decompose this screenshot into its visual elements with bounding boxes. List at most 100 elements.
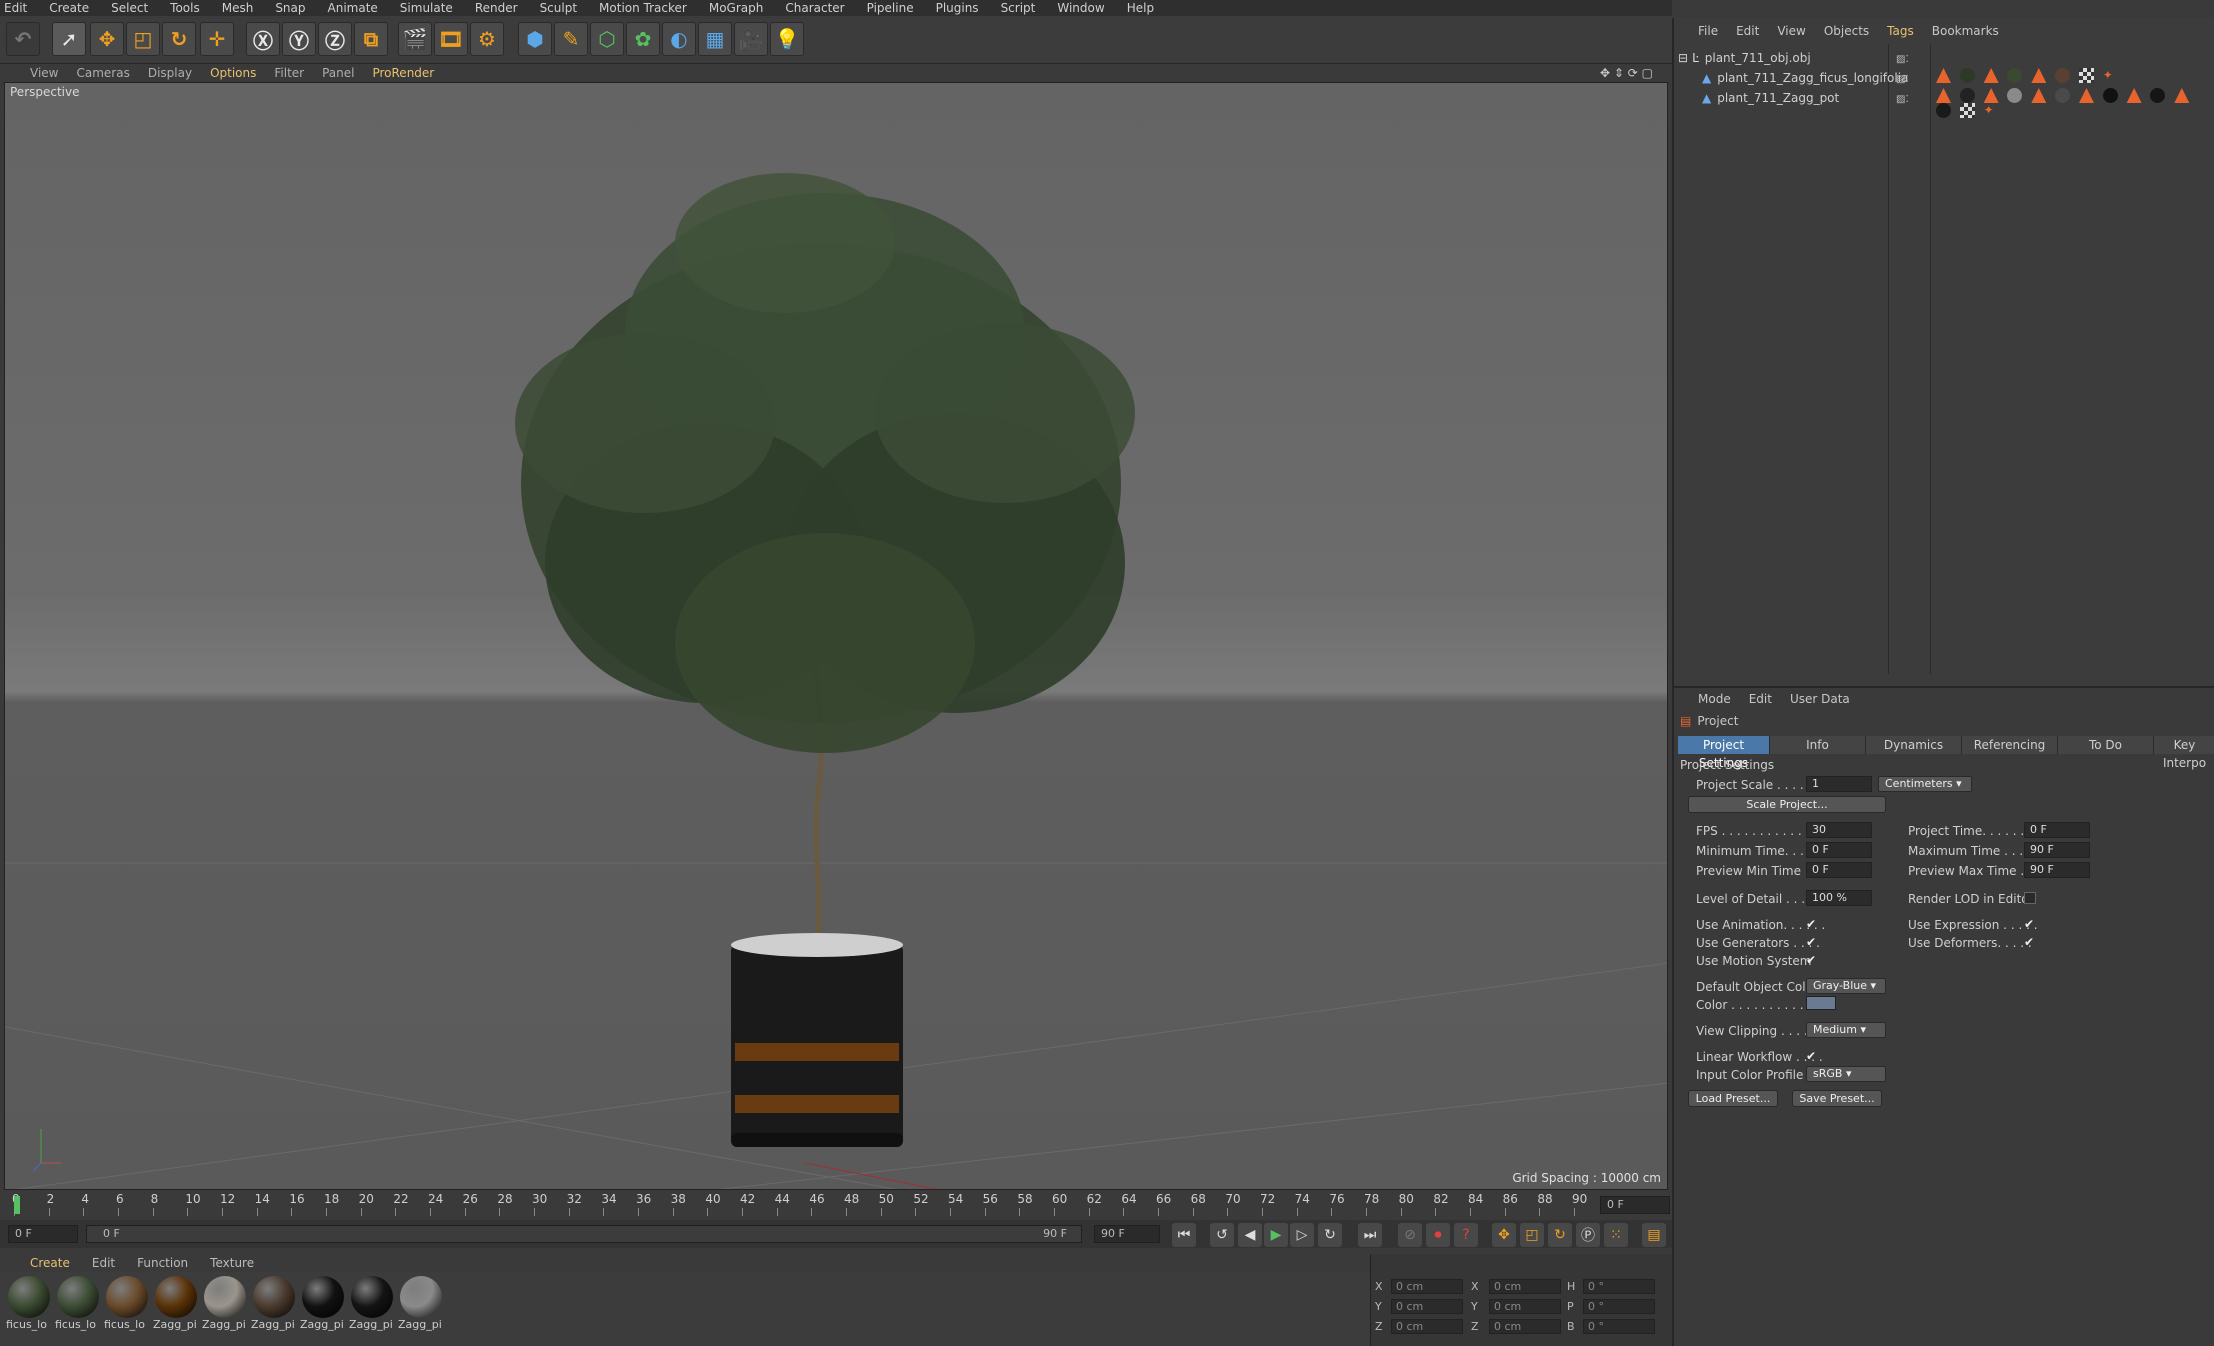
fps-field[interactable]: 30 xyxy=(1806,822,1872,838)
material-swatch[interactable]: ficus_lo xyxy=(104,1276,150,1338)
render-settings-icon[interactable]: ⚙ xyxy=(470,22,504,56)
attr-menu-edit[interactable]: Edit xyxy=(1749,692,1772,706)
texture-tag-icon[interactable] xyxy=(1983,68,1999,83)
use-generators-checkbox[interactable]: ✔ xyxy=(1806,936,1818,948)
timeline-playhead[interactable] xyxy=(14,1196,20,1214)
preview-max-field[interactable]: 90 F xyxy=(2024,862,2090,878)
object-row[interactable]: ▲ plant_711_Zagg_ficus_longifolia xyxy=(1702,68,1908,88)
viewport-nav-icons[interactable]: ✥ ⇕ ⟳ ▢ xyxy=(1600,66,1653,80)
attr-menu-user-data[interactable]: User Data xyxy=(1790,692,1850,706)
rotate-icon[interactable]: ↻ xyxy=(162,22,196,56)
render-view-icon[interactable]: 🎬 xyxy=(398,22,432,56)
menu-motion-tracker[interactable]: Motion Tracker xyxy=(599,1,687,15)
deformer-icon[interactable]: ◐ xyxy=(662,22,696,56)
material-tag-icon[interactable] xyxy=(2007,88,2023,103)
objects-menu-file[interactable]: File xyxy=(1698,24,1718,38)
material-tag-icon[interactable] xyxy=(2007,68,2023,83)
lod-field[interactable]: 100 % xyxy=(1806,890,1872,906)
go-to-end-icon[interactable]: ⏭ xyxy=(1358,1223,1382,1247)
material-tag-icon[interactable] xyxy=(1959,88,1975,103)
texture-tag-icon[interactable] xyxy=(2174,88,2190,103)
use-motion-checkbox[interactable]: ✔ xyxy=(1806,954,1818,966)
menu-plugins[interactable]: Plugins xyxy=(936,1,979,15)
key-scale-icon[interactable]: ◰ xyxy=(1520,1223,1544,1247)
objects-menu-bookmarks[interactable]: Bookmarks xyxy=(1932,24,1999,38)
floor-icon[interactable]: ▦ xyxy=(698,22,732,56)
z-axis-icon[interactable]: Ⓩ xyxy=(318,22,352,56)
material-tag-icon[interactable] xyxy=(1936,103,1951,118)
coordinate-system-icon[interactable]: ⧉ xyxy=(354,22,388,56)
viewport-menu-panel[interactable]: Panel xyxy=(322,66,354,80)
scale-icon[interactable]: ◰ xyxy=(126,22,160,56)
coord-value-field[interactable]: 0 ° xyxy=(1583,1279,1655,1294)
preview-min-field[interactable]: 0 F xyxy=(1806,862,1872,878)
tab-info[interactable]: Info xyxy=(1770,736,1866,754)
autokey-icon[interactable]: ⏺ xyxy=(1426,1223,1450,1247)
menu-sculpt[interactable]: Sculpt xyxy=(540,1,577,15)
material-tag-icon[interactable] xyxy=(1959,68,1975,83)
subdivision-icon[interactable]: ⬡ xyxy=(590,22,624,56)
material-swatch[interactable]: Zagg_pi xyxy=(153,1276,199,1338)
expand-icon[interactable]: ⊟ xyxy=(1678,51,1688,65)
key-rotation-icon[interactable]: ↻ xyxy=(1548,1223,1572,1247)
object-name[interactable]: plant_711_Zagg_pot xyxy=(1717,91,1839,105)
object-row[interactable]: ⊟ Ŀ plant_711_obj.obj xyxy=(1678,48,1811,68)
project-scale-field[interactable]: 1 xyxy=(1806,776,1872,792)
timeline-window-icon[interactable]: ▤ xyxy=(1642,1223,1666,1247)
menu-tools[interactable]: Tools xyxy=(170,1,200,15)
y-axis-icon[interactable]: Ⓨ xyxy=(282,22,316,56)
material-swatch[interactable]: Zagg_pi xyxy=(251,1276,297,1338)
record-keys-icon[interactable]: ⊘ xyxy=(1398,1223,1422,1247)
coord-value-field[interactable]: 0 cm xyxy=(1489,1279,1561,1294)
uvw-tag-icon[interactable] xyxy=(1959,103,1975,118)
material-swatch[interactable]: Zagg_pi xyxy=(398,1276,444,1338)
material-tag-icon[interactable] xyxy=(2150,88,2166,103)
go-to-start-icon[interactable]: ⏮ xyxy=(1172,1223,1196,1247)
cube-icon[interactable]: ⬢ xyxy=(518,22,552,56)
default-color-dropdown[interactable]: Gray-Blue ▾ xyxy=(1806,978,1886,994)
menu-pipeline[interactable]: Pipeline xyxy=(867,1,914,15)
visibility-toggles[interactable]: ▨⁚ ▨⁚ ▨⁚ xyxy=(1896,50,1909,110)
play-icon[interactable]: ▶ xyxy=(1264,1223,1288,1247)
units-dropdown[interactable]: Centimeters ▾ xyxy=(1878,776,1972,792)
coord-value-field[interactable]: 0 cm xyxy=(1391,1319,1463,1334)
phong-tag-icon[interactable]: ✦ xyxy=(1984,103,1999,118)
viewport-menu-display[interactable]: Display xyxy=(148,66,192,80)
material-swatch[interactable]: ficus_lo xyxy=(55,1276,101,1338)
objects-menu-objects[interactable]: Objects xyxy=(1824,24,1869,38)
coord-value-field[interactable]: 0 cm xyxy=(1489,1299,1561,1314)
objects-menu-edit[interactable]: Edit xyxy=(1736,24,1759,38)
tab-referencing[interactable]: Referencing xyxy=(1962,736,2058,754)
cloner-icon[interactable]: ✿ xyxy=(626,22,660,56)
coord-value-field[interactable]: 0 cm xyxy=(1391,1279,1463,1294)
material-swatch[interactable]: Zagg_pi xyxy=(349,1276,395,1338)
objects-menu-tags[interactable]: Tags xyxy=(1887,24,1914,38)
material-menu-create[interactable]: Create xyxy=(30,1256,70,1270)
linear-workflow-checkbox[interactable]: ✔ xyxy=(1806,1050,1818,1062)
key-position-icon[interactable]: ✥ xyxy=(1492,1223,1516,1247)
menu-render[interactable]: Render xyxy=(475,1,518,15)
viewport-menu-view[interactable]: View xyxy=(30,66,58,80)
color-swatch[interactable] xyxy=(1806,996,1836,1010)
material-tag-icon[interactable] xyxy=(2102,88,2118,103)
material-tag-icon[interactable] xyxy=(2055,68,2071,83)
material-swatch[interactable]: ficus_lo xyxy=(6,1276,52,1338)
menu-edit[interactable]: Edit xyxy=(4,1,27,15)
undo-icon[interactable]: ↶ xyxy=(6,22,40,56)
menu-character[interactable]: Character xyxy=(785,1,844,15)
menu-select[interactable]: Select xyxy=(111,1,148,15)
attr-menu-mode[interactable]: Mode xyxy=(1698,692,1731,706)
object-name[interactable]: plant_711_obj.obj xyxy=(1705,51,1811,65)
tab-key-interpolation[interactable]: Key Interpo xyxy=(2154,736,2214,770)
material-swatch[interactable]: Zagg_pi xyxy=(202,1276,248,1338)
material-menu-edit[interactable]: Edit xyxy=(92,1256,115,1270)
next-key-icon[interactable]: ↻ xyxy=(1318,1223,1342,1247)
menu-mesh[interactable]: Mesh xyxy=(222,1,254,15)
texture-tag-icon[interactable] xyxy=(2031,68,2047,83)
max-time-field[interactable]: 90 F xyxy=(2024,842,2090,858)
use-expression-checkbox[interactable]: ✔ xyxy=(2024,918,2036,930)
object-name[interactable]: plant_711_Zagg_ficus_longifolia xyxy=(1717,71,1908,85)
3d-viewport[interactable]: Perspective Grid Spacing : 10000 cm xyxy=(4,82,1668,1190)
keyframe-selection-icon[interactable]: ? xyxy=(1454,1223,1478,1247)
start-frame-field[interactable]: 0 F xyxy=(8,1225,78,1243)
